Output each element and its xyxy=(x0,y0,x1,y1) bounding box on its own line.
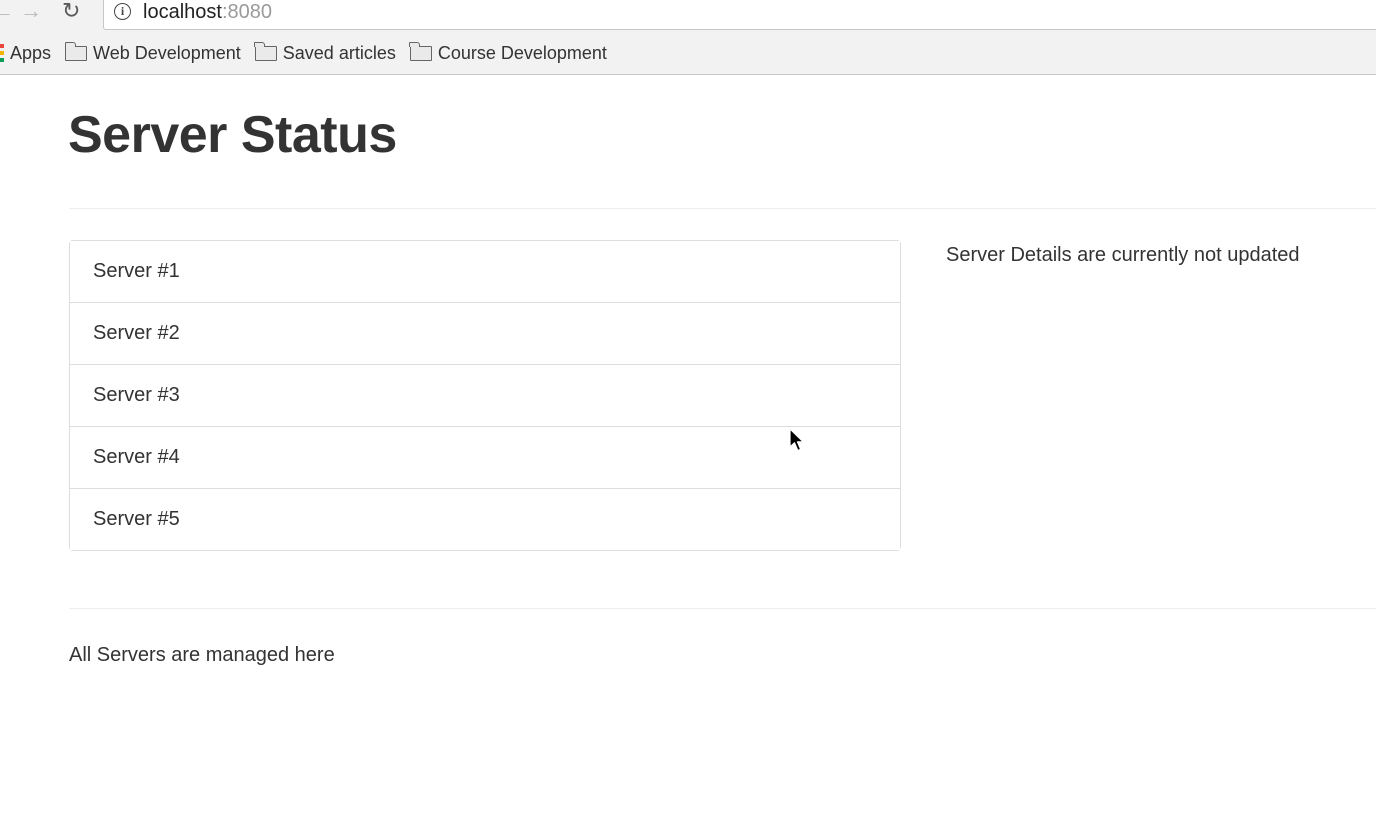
server-list-item[interactable]: Server #2 xyxy=(70,303,900,365)
bookmark-course-development[interactable]: Course Development xyxy=(409,41,607,64)
server-list-item[interactable]: Server #1 xyxy=(70,241,900,303)
back-arrow-icon[interactable]: ← xyxy=(0,0,14,26)
folder-icon xyxy=(64,41,88,61)
url-host: localhost xyxy=(143,1,222,23)
bookmarks-bar: Apps Web Development Saved articles Cour… xyxy=(0,40,621,66)
apps-grid-icon xyxy=(0,44,4,62)
server-list-item[interactable]: Server #4 xyxy=(70,427,900,489)
divider xyxy=(69,608,1376,609)
browser-toolbar: ← → ↻ i localhost:8080 Apps Web Developm… xyxy=(0,0,1376,75)
reload-icon[interactable]: ↻ xyxy=(62,0,80,26)
forward-arrow-icon[interactable]: → xyxy=(20,0,42,26)
folder-icon xyxy=(254,41,277,61)
bookmark-label: Web Development xyxy=(93,42,241,63)
bookmark-web-development[interactable]: Web Development xyxy=(64,41,241,64)
folder-icon xyxy=(409,41,432,61)
server-list-item[interactable]: Server #5 xyxy=(70,489,900,550)
bookmark-label: Saved articles xyxy=(282,42,396,63)
mouse-pointer-icon xyxy=(789,428,804,452)
bookmark-label: Course Development xyxy=(437,42,607,63)
server-list-item[interactable]: Server #3 xyxy=(70,365,900,427)
footer-text: All Servers are managed here xyxy=(69,644,335,666)
url-text[interactable]: localhost:8080 xyxy=(143,0,272,24)
address-bar[interactable]: i localhost:8080 xyxy=(103,0,1376,30)
url-port: :8080 xyxy=(221,1,272,23)
bookmark-saved-articles[interactable]: Saved articles xyxy=(254,41,396,64)
server-details-text: Server Details are currently not updated xyxy=(946,244,1300,266)
server-list: Server #1 Server #2 Server #3 Server #4 … xyxy=(69,240,901,551)
bookmark-label: Apps xyxy=(10,42,52,63)
page-title: Server Status xyxy=(68,106,397,164)
bookmark-apps[interactable]: Apps xyxy=(0,43,51,64)
divider xyxy=(69,208,1376,209)
info-icon[interactable]: i xyxy=(114,3,131,20)
